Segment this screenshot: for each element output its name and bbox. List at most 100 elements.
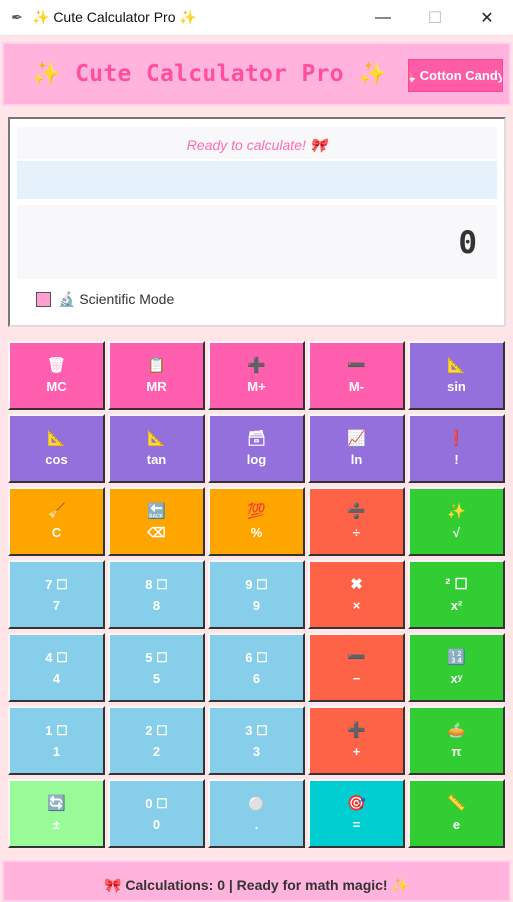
plus-minus-button[interactable]: 🔄 ± [8,779,105,848]
five-button[interactable]: 5 ☐ 5 [108,633,205,702]
button-label: tan [146,452,167,467]
result-value: 0 [458,225,477,261]
button-label: M- [348,379,365,394]
keycap-two-icon: 2 ☐ [145,723,168,738]
keycap-nine-icon: 9 ☐ [245,577,268,592]
superscript-two-icon: ² ☐ [445,576,468,593]
button-label: 5 [152,671,161,686]
plus-button[interactable]: ➕ + [308,706,405,775]
app-title: ✨ Cute Calculator Pro ✨ [32,61,387,87]
keycap-three-icon: 3 ☐ [245,723,268,738]
result-display: 0 [17,205,497,279]
scientific-mode-toggle[interactable]: 🔬 Scientific Mode [36,291,174,308]
equals-button[interactable]: 🎯 = [308,779,405,848]
pie-icon: 🥧 [447,722,466,739]
button-label: 1 [52,744,61,759]
hundred-icon: 💯 [247,503,266,520]
clear-button[interactable]: 🧹 C [8,487,105,556]
display-panel: Ready to calculate! 🎀 0 🔬 Scientific Mod… [8,117,506,327]
button-label: log [246,452,267,467]
clipboard-icon: 📋 [147,357,166,374]
button-label: MR [146,379,167,394]
trash-icon: 🗑 [46,357,67,374]
keycap-eight-icon: 8 ☐ [145,577,168,592]
sqrt-button[interactable]: ✨ √ [408,487,505,556]
button-label: = [352,817,361,832]
multiply-button[interactable]: ✖ × [308,560,405,629]
triangle-ruler-icon: 📐 [47,430,66,447]
percent-button[interactable]: 💯% [208,487,305,556]
button-label: C [51,525,62,540]
status-footer: 🎀 Calculations: 0 | Ready for math magic… [2,860,511,902]
log-button[interactable]: 🗃 log [208,414,305,483]
button-label: − [352,671,361,686]
m-plus-button[interactable]: ➕ M+ [208,341,305,410]
button-label: + [352,744,361,759]
pi-button[interactable]: 🥧 π [408,706,505,775]
seven-button[interactable]: 7 ☐ 7 [8,560,105,629]
plus-icon: ➕ [347,722,366,739]
eight-button[interactable]: 8 ☐ 8 [108,560,205,629]
decimal-button[interactable]: ⚪. [208,779,305,848]
button-label: M+ [247,379,266,394]
factorial-button[interactable]: ❗! [408,414,505,483]
button-label: x² [450,598,463,613]
button-label: 6 [252,671,261,686]
m-minus-button[interactable]: ➖ M- [308,341,405,410]
sin-button[interactable]: 📐 sin [408,341,505,410]
app-header: ✨ Cute Calculator Pro ✨ 🍬 Cotton Candy [2,42,511,106]
button-label: 4 [52,671,61,686]
button-label: 0 [152,817,161,832]
theme-button[interactable]: 🍬 Cotton Candy [408,59,503,92]
plus-icon: ➕ [247,357,266,374]
button-label: . [254,817,259,832]
button-label: 8 [152,598,161,613]
button-label: √ [452,525,461,540]
backspace-button[interactable]: 🔙 ⌫ [108,487,205,556]
minus-icon: ➖ [347,357,366,374]
scientific-mode-checkbox[interactable] [36,292,51,307]
window-titlebar: ✒ ✨ Cute Calculator Pro ✨ — ☐ ✕ [0,0,513,36]
dot-icon: ⚪ [248,796,265,811]
three-button[interactable]: 3 ☐ 3 [208,706,305,775]
broom-icon: 🧹 [47,503,66,520]
button-label: ± [52,817,61,832]
keycap-zero-icon: 0 ☐ [145,796,168,811]
power-button[interactable]: 🔢 xʸ [408,633,505,702]
button-label: e [452,817,461,832]
square-button[interactable]: ² ☐ x² [408,560,505,629]
multiply-icon: ✖ [350,576,363,593]
button-label: ⌫ [147,525,166,540]
one-button[interactable]: 1 ☐ 1 [8,706,105,775]
back-icon: 🔙 [147,503,166,520]
triangle-ruler-icon: 📐 [447,357,466,374]
close-button[interactable]: ✕ [461,0,513,36]
mc-button[interactable]: 🗑 MC [8,341,105,410]
maximize-button: ☐ [427,9,443,27]
numbers-icon: 🔢 [447,649,466,666]
target-icon: 🎯 [347,795,366,812]
e-button[interactable]: 📏 e [408,779,505,848]
two-button[interactable]: 2 ☐ 2 [108,706,205,775]
four-button[interactable]: 4 ☐ 4 [8,633,105,702]
button-label: sin [447,379,466,394]
divide-button[interactable]: ➗ ÷ [308,487,405,556]
keycap-seven-icon: 7 ☐ [45,577,68,592]
tan-button[interactable]: 📐 tan [108,414,205,483]
nine-button[interactable]: 9 ☐ 9 [208,560,305,629]
exclamation-icon: ❗ [447,430,466,447]
history-display [17,161,497,199]
minimize-button[interactable]: — [357,0,409,36]
keycap-one-icon: 1 ☐ [45,723,68,738]
ln-button[interactable]: 📈 ln [308,414,405,483]
cos-button[interactable]: 📐 cos [8,414,105,483]
minus-button[interactable]: ➖ − [308,633,405,702]
mr-button[interactable]: 📋 MR [108,341,205,410]
feather-icon: ✒ [11,9,23,25]
six-button[interactable]: 6 ☐ 6 [208,633,305,702]
card-box-icon: 🗃 [246,430,267,447]
button-label: % [250,525,263,540]
scientific-mode-label: 🔬 Scientific Mode [58,291,175,307]
zero-button[interactable]: 0 ☐ 0 [108,779,205,848]
sparkles-icon: ✨ [447,503,466,520]
